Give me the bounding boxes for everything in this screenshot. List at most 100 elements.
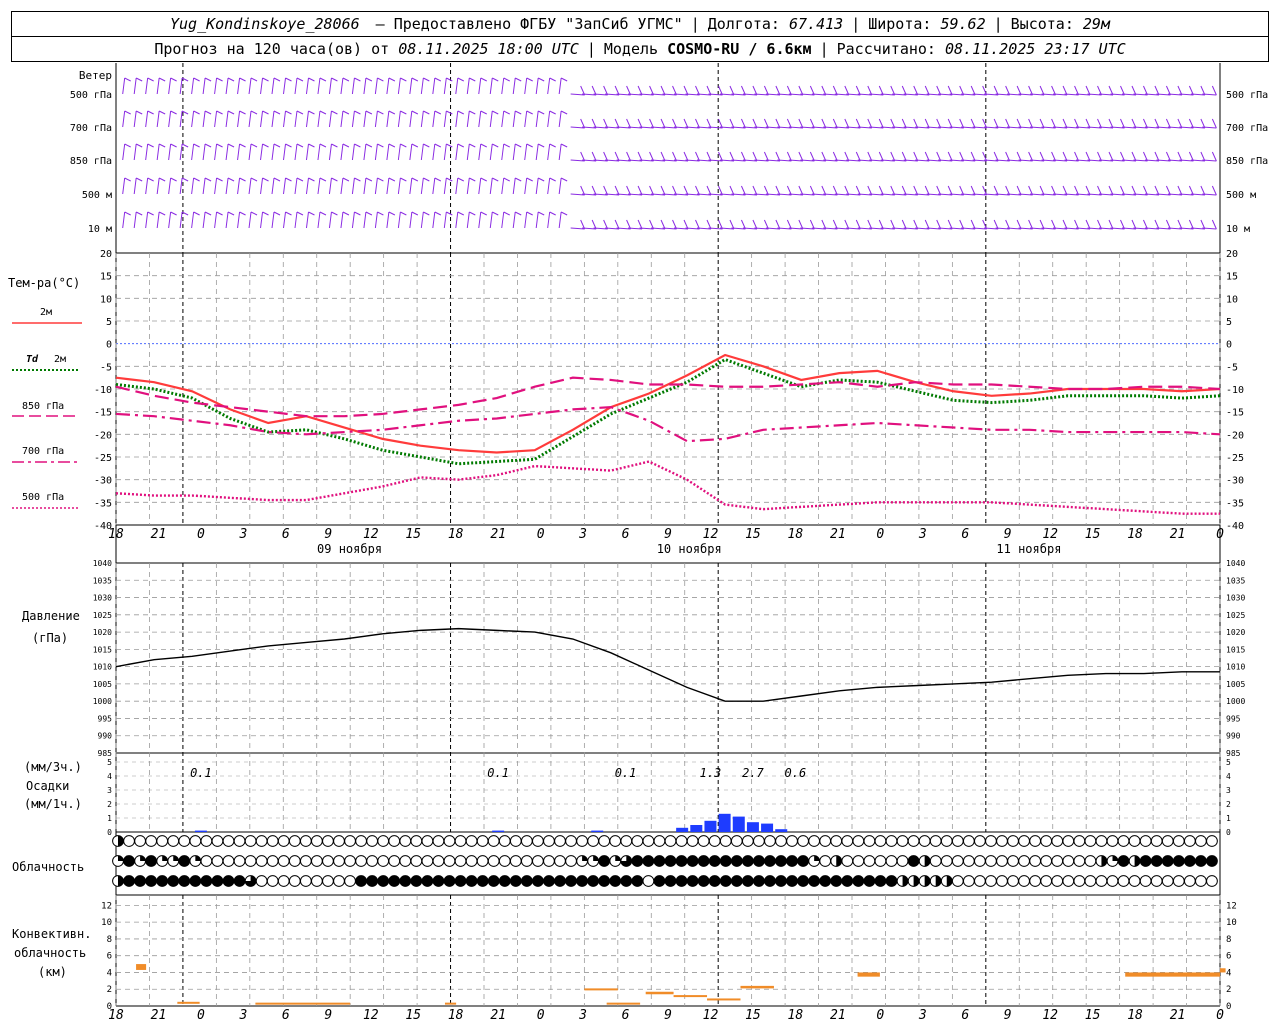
cloud-symbol <box>388 875 401 887</box>
wind-barb <box>443 211 453 229</box>
wind-barb <box>328 110 338 128</box>
cloud-symbol <box>178 835 191 847</box>
conv-ytick-right: 10 <box>1226 918 1237 928</box>
wind-barb <box>386 77 396 95</box>
wind-barb <box>271 177 281 195</box>
cloud-symbol <box>896 855 909 867</box>
cloud-symbol <box>1051 855 1064 867</box>
conv-segment <box>1125 972 1220 977</box>
cloud-symbol <box>974 835 986 847</box>
cloud-symbol <box>189 855 202 867</box>
wind-barb <box>1202 151 1217 162</box>
wind-barb <box>317 110 327 128</box>
cloud-symbol <box>333 835 345 847</box>
cloud-symbol <box>1051 835 1064 847</box>
cloud-symbol <box>1161 835 1174 847</box>
cloud-symbol <box>598 875 611 887</box>
precip-ytick-right: 5 <box>1226 758 1231 767</box>
cloud-symbol <box>1195 835 1207 847</box>
cloud-symbol <box>322 875 334 887</box>
cloud-symbol <box>543 835 555 847</box>
wind-barb <box>237 77 246 95</box>
wind-barb <box>512 211 522 229</box>
cloud-symbol <box>1139 875 1152 887</box>
cloud-symbol <box>951 835 964 847</box>
cloud-symbol <box>830 835 843 847</box>
wind-barb <box>248 211 258 229</box>
wind-barb <box>558 177 568 195</box>
time-tick-bottom: 21 <box>490 1008 506 1023</box>
cloud-symbol <box>465 875 478 887</box>
cloud-symbol <box>454 875 467 887</box>
time-tick-bottom: 3 <box>238 1008 247 1023</box>
wind-barb <box>260 143 269 161</box>
wind-barb <box>156 211 166 229</box>
pres-ytick-left: 1000 <box>93 697 112 706</box>
legend-t2m-label: 2м <box>40 307 52 318</box>
cloud-symbol <box>852 855 865 867</box>
cloud-symbol <box>299 835 312 847</box>
cloud-symbol <box>1007 835 1019 847</box>
cloud-symbol <box>465 855 478 867</box>
cloud-symbol <box>454 835 467 847</box>
cloud-symbol <box>830 875 843 887</box>
time-tick-top: 12 <box>703 527 719 542</box>
wind-level-label-left: 700 гПа <box>70 123 112 134</box>
cloud-symbol <box>686 835 699 847</box>
precip-ytick-left: 4 <box>107 772 112 781</box>
cloud-symbol <box>708 835 721 847</box>
cloud-symbol <box>664 875 677 887</box>
wind-barb <box>397 110 407 128</box>
wind-barb <box>202 77 212 95</box>
cloud-symbol <box>432 835 445 847</box>
time-tick-top: 9 <box>324 527 332 542</box>
cloud-symbol <box>322 855 334 867</box>
cloud-symbol <box>918 855 931 867</box>
cloud-symbol <box>1183 835 1196 847</box>
precip-ytick-right: 0 <box>1226 828 1231 837</box>
cloud-symbol <box>808 855 821 867</box>
cloud-symbol <box>642 855 655 867</box>
cloud-symbol <box>863 855 876 867</box>
wind-barb <box>489 177 499 195</box>
wind-barb <box>271 77 281 95</box>
conv-title-2: облачность <box>14 946 86 960</box>
wind-barb <box>340 143 350 161</box>
wind-barb <box>145 77 154 95</box>
pres-ytick-left: 1020 <box>93 628 112 637</box>
wind-barb <box>328 177 338 195</box>
wind-barb <box>156 77 166 95</box>
cloud-symbol <box>929 875 942 887</box>
cloud-symbol <box>112 875 124 887</box>
cloud-symbol <box>885 855 898 867</box>
time-tick-top: 3 <box>918 527 927 542</box>
time-tick-top: 18 <box>1127 527 1143 542</box>
cloud-symbol <box>311 835 323 847</box>
time-tick-bottom: 9 <box>324 1008 332 1023</box>
cloud-symbol <box>410 855 423 867</box>
wind-barb <box>282 110 292 128</box>
cloud-symbol <box>1195 855 1207 867</box>
wind-barb <box>397 143 407 161</box>
cloud-symbol <box>764 875 776 887</box>
wind-barb <box>535 143 545 161</box>
wind-barb <box>466 177 476 195</box>
wind-barb <box>397 77 407 95</box>
cloud-symbol <box>520 835 533 847</box>
wind-barb <box>202 143 212 161</box>
time-tick-top: 0 <box>197 527 205 542</box>
cloud-symbol <box>675 835 688 847</box>
wind-barb <box>225 77 235 95</box>
cloud-symbol <box>1106 835 1119 847</box>
cloud-symbol <box>985 835 997 847</box>
time-tick-top: 0 <box>1216 527 1224 542</box>
time-tick-top: 15 <box>405 527 421 542</box>
wind-barb <box>340 211 350 229</box>
wind-barb <box>145 143 154 161</box>
cloud-symbol <box>1029 855 1042 867</box>
legend-td2m-label: 2м <box>54 354 66 365</box>
wind-barb <box>374 177 384 195</box>
wind-barb <box>466 77 476 95</box>
wind-barb <box>1202 185 1217 196</box>
time-tick-bottom: 15 <box>405 1008 421 1023</box>
